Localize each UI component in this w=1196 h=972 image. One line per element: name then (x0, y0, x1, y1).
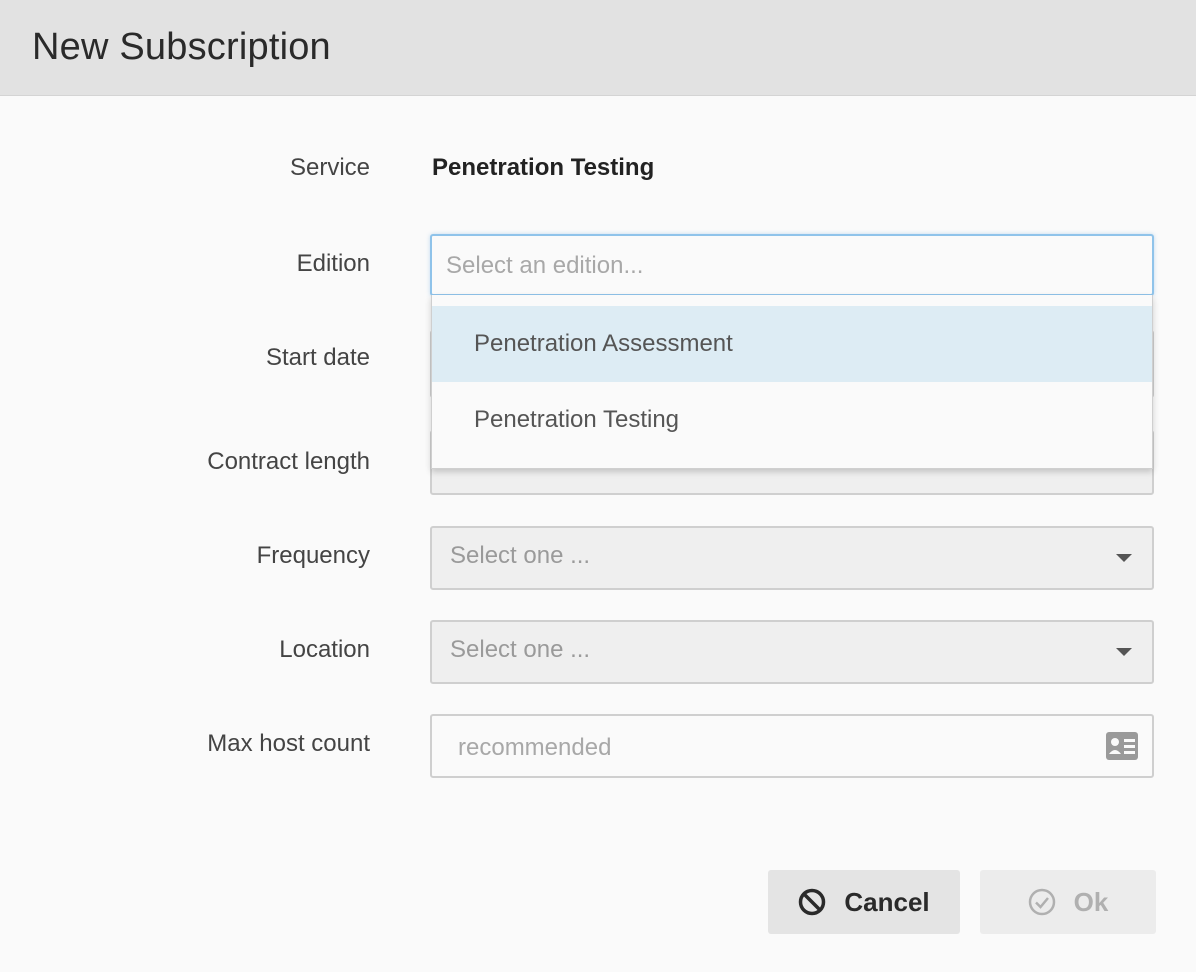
service-value: Penetration Testing (432, 154, 655, 181)
max-host-count-input[interactable]: recommended (430, 714, 1154, 778)
dialog-title: New Subscription (32, 26, 331, 68)
contract-length-label: Contract length (207, 448, 370, 475)
frequency-placeholder: Select one ... (450, 542, 591, 569)
dropdown-option-penetration-assessment[interactable]: Penetration Assessment (432, 306, 1152, 382)
dropdown-option-penetration-testing[interactable]: Penetration Testing (432, 382, 1152, 458)
start-date-label: Start date (265, 344, 370, 371)
id-card-icon (1106, 732, 1138, 760)
edition-placeholder: Select an edition... (446, 252, 644, 279)
location-label: Location (279, 636, 370, 663)
edition-dropdown-menu: Penetration Assessment Penetration Testi… (431, 295, 1153, 469)
service-label: Service (289, 154, 370, 181)
ok-button-label: Ok (1073, 886, 1109, 917)
ban-icon (799, 888, 826, 916)
location-placeholder: Select one ... (450, 636, 591, 663)
caret-down-icon (1116, 554, 1132, 562)
ok-button[interactable]: Ok (980, 870, 1156, 934)
location-select[interactable]: Select one ... (430, 620, 1154, 684)
edition-label: Edition (296, 250, 370, 277)
edition-input[interactable]: Select an edition... (430, 234, 1154, 296)
cancel-button-label: Cancel (844, 886, 930, 917)
cancel-button[interactable]: Cancel (768, 870, 960, 934)
max-host-count-label: Max host count (207, 730, 370, 757)
frequency-select[interactable]: Select one ... (430, 526, 1154, 590)
frequency-label: Frequency (256, 542, 370, 569)
check-circle-icon (1028, 888, 1055, 916)
dialog-header: New Subscription (0, 0, 1196, 96)
caret-down-icon (1116, 648, 1132, 656)
max-host-placeholder: recommended (458, 734, 612, 761)
